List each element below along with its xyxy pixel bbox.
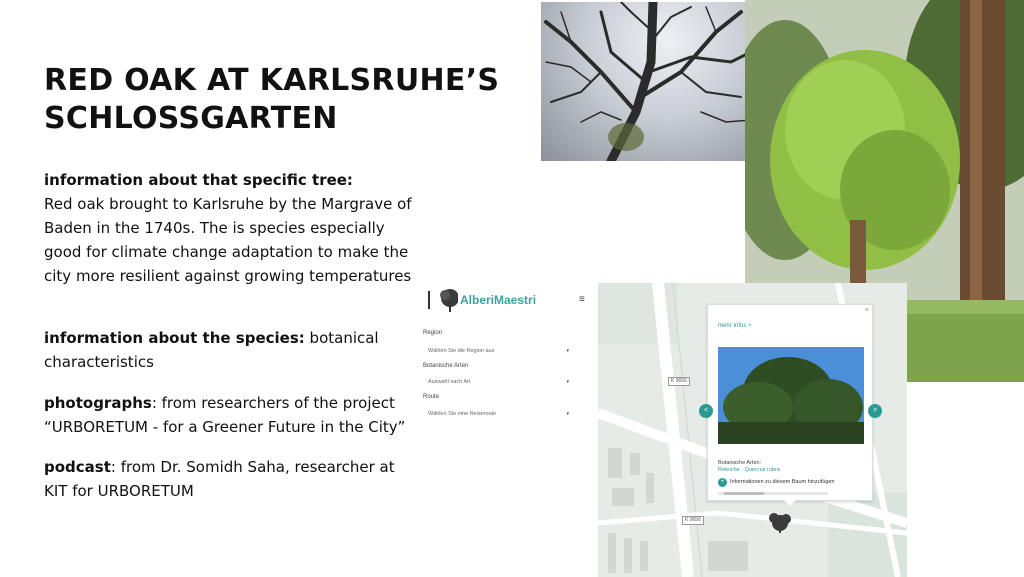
app-sidebar: AlberiMaestri ≡ Region Wählen Sie die Re… (420, 283, 598, 577)
region-label: Region (423, 330, 443, 336)
tree-logo-icon (428, 289, 458, 312)
photos-heading: photographs (44, 394, 152, 412)
podcast-heading: podcast (44, 458, 111, 476)
tree-info-paragraph: information about that specific tree: Re… (44, 168, 416, 288)
caret-down-icon: ▾ (566, 411, 569, 417)
more-info-link[interactable]: mehr Infos > (718, 323, 752, 329)
app-logo[interactable]: AlberiMaestri (424, 287, 574, 315)
alberi-maestri-app: AlberiMaestri ≡ Region Wählen Sie die Re… (420, 283, 907, 577)
prev-arrow-button[interactable]: < (699, 404, 713, 418)
add-info-link[interactable]: Informationen zu diesem Baum hinzufügen (730, 479, 835, 485)
add-info-icon[interactable]: + (718, 478, 727, 487)
photos-paragraph: photographs: from researchers of the pro… (44, 391, 416, 439)
podcast-paragraph: podcast: from Dr. Somidh Saha, researche… (44, 455, 416, 503)
tree-popup-illustration (718, 347, 864, 444)
species-select-placeholder: Auswahl nach Art (428, 379, 471, 385)
road-label: K 9656 (682, 516, 704, 525)
species-select[interactable]: Auswahl nach Art ▾ (423, 375, 573, 389)
popup-pointer (784, 500, 796, 506)
next-arrow-button[interactable]: > (868, 404, 882, 418)
species-link[interactable]: Roteiche - Quercus rubra (718, 467, 780, 473)
route-label: Route (423, 394, 440, 400)
close-icon[interactable]: × (865, 307, 869, 314)
popup-scrollbar[interactable] (718, 492, 828, 495)
branches-illustration (544, 2, 751, 161)
caret-down-icon: ▾ (566, 379, 569, 385)
tree-info-popup: × mehr Infos > Botanische Arten: Roteich… (707, 304, 873, 501)
slide-title: RED OAK AT KARLSRUHE’S SCHLOSSGARTEN (44, 63, 500, 136)
branches-photo (541, 2, 751, 161)
tree-popup-photo (718, 347, 864, 444)
menu-icon[interactable]: ≡ (579, 294, 585, 305)
road-label: K 9656 (668, 377, 690, 386)
species-paragraph: information about the species: botanical… (44, 326, 416, 374)
botanical-species-label: Botanische Arten: (718, 460, 762, 466)
region-select-placeholder: Wählen Sie die Region aus (428, 348, 495, 354)
route-select[interactable]: Wählen Sie eine Reiseroute ▾ (423, 407, 573, 421)
species-label: Botanische Arten (423, 363, 469, 369)
region-select[interactable]: Wählen Sie die Region aus ▾ (423, 344, 573, 358)
caret-down-icon: ▾ (566, 348, 569, 354)
tree-info-heading: information about that specific tree: (44, 171, 353, 189)
species-heading: information about the species: (44, 329, 305, 347)
tree-info-text: Red oak brought to Karlsruhe by the Marg… (44, 195, 412, 285)
route-select-placeholder: Wählen Sie eine Reiseroute (428, 411, 497, 417)
app-logo-text: AlberiMaestri (460, 293, 537, 307)
